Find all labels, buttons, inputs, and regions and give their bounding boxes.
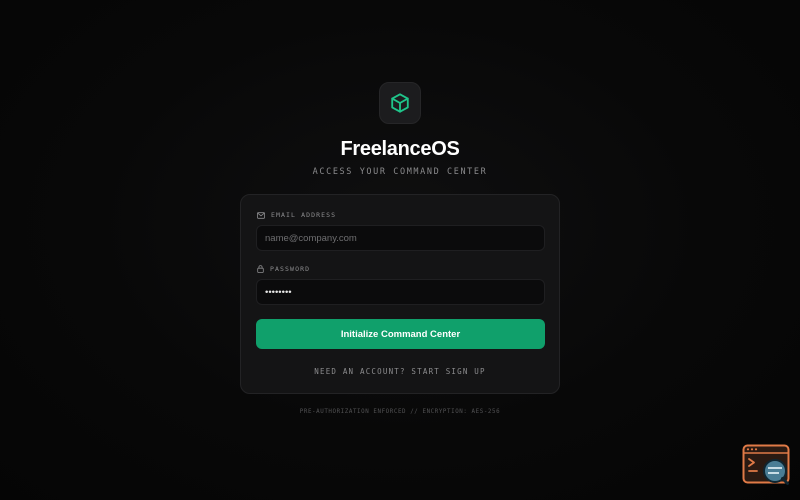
email-label-text: EMAIL ADDRESS	[271, 211, 337, 219]
password-input[interactable]	[256, 279, 545, 305]
login-page: FreelanceOS ACCESS YOUR COMMAND CENTER E…	[0, 0, 800, 500]
email-label: EMAIL ADDRESS	[257, 211, 336, 219]
app-tagline: ACCESS YOUR COMMAND CENTER	[312, 167, 488, 177]
app-title: FreelanceOS	[340, 138, 460, 160]
email-input[interactable]	[256, 225, 545, 251]
signup-link[interactable]: NEED AN ACCOUNT? START SIGN UP	[241, 367, 559, 376]
password-label: PASSWORD	[257, 265, 310, 273]
password-label-text: PASSWORD	[270, 265, 311, 273]
dev-inspector-button[interactable]	[742, 444, 792, 486]
security-note: PRE-AUTHORIZATION ENFORCED // ENCRYPTION…	[299, 409, 501, 415]
inspector-window-icon	[742, 444, 790, 485]
app-logo	[379, 82, 421, 124]
lock-icon	[257, 265, 264, 273]
login-card: EMAIL ADDRESS PASSWORD Initialize Comman…	[240, 194, 560, 394]
mail-icon	[257, 211, 265, 219]
initialize-command-center-button[interactable]: Initialize Command Center	[256, 319, 545, 349]
cube-icon	[391, 93, 409, 113]
